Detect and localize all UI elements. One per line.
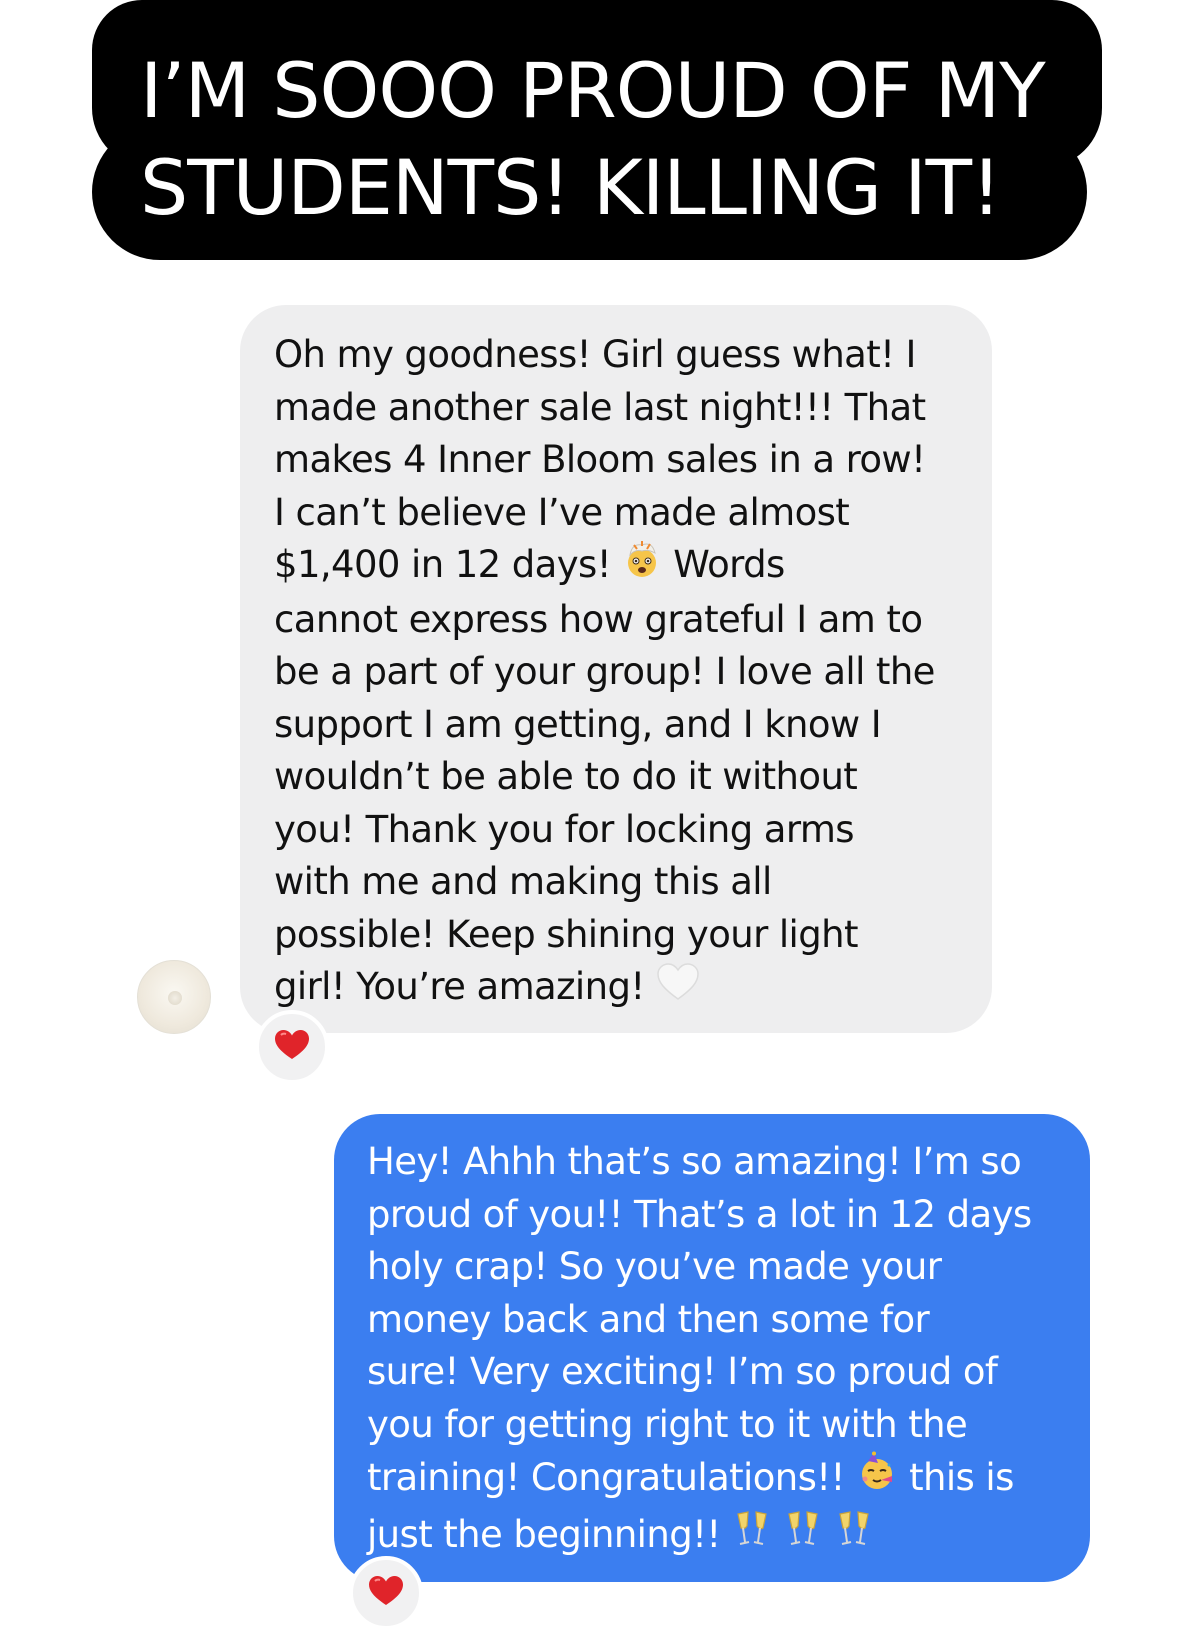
outgoing-message-line: training! Congratulations!! [367, 1455, 845, 1499]
incoming-message-line: Oh my goodness! Girl guess what! I [274, 333, 916, 376]
sender-avatar[interactable] [137, 960, 211, 1034]
outgoing-message-line: sure! Very exciting! I’m so proud of [367, 1350, 998, 1393]
incoming-message-line: be a part of your group! I love all the [274, 650, 935, 694]
incoming-message-line: girl! You’re amazing! [274, 965, 645, 1009]
outgoing-message-line: Hey! Ahhh that’s so amazing! I’m so [367, 1140, 1022, 1183]
outgoing-message-line: proud of you!! That’s a lot in 12 days [367, 1192, 1032, 1236]
incoming-message-line: wouldn’t be able to do it without [274, 755, 858, 799]
partying-face-emoji [856, 1451, 898, 1508]
outgoing-message-bubble[interactable]: Hey! Ahhh that’s so amazing! I’m so prou… [334, 1114, 1090, 1582]
incoming-message-line: support I am getting, and I know I [274, 702, 882, 746]
incoming-message-line: Words [673, 543, 785, 586]
outgoing-message-line: this is [909, 1455, 1014, 1499]
outgoing-message-line: money back and then some for [367, 1297, 930, 1341]
avatar-image-detail [168, 991, 182, 1005]
incoming-message-line: I can’t believe I’ve made almost [274, 490, 850, 534]
caption-banner: I’M SOOO PROUD OF MY STUDENTS! KILLING I… [92, 0, 1102, 262]
incoming-message-line: made another sale last night!!! That [274, 385, 926, 429]
incoming-message-line: makes 4 Inner Bloom sales in a row! [274, 438, 926, 481]
incoming-message-reaction[interactable] [255, 1010, 329, 1084]
outgoing-message-line: just the beginning!! [367, 1512, 721, 1556]
incoming-message-line: with me and making this all [274, 860, 772, 904]
red-heart-icon [274, 1029, 310, 1065]
incoming-message-line: possible! Keep shining your light [274, 912, 858, 956]
outgoing-message-line: you for getting right to it with the [367, 1402, 968, 1446]
clinking-glasses-emoji [732, 1508, 772, 1565]
outgoing-message-reaction[interactable] [349, 1556, 423, 1630]
caption-line-2: STUDENTS! KILLING IT! [92, 124, 1087, 260]
incoming-message-line: cannot express how grateful I am to [274, 597, 923, 641]
outgoing-message-line: holy crap! So you’ve made your [367, 1245, 942, 1288]
exploding-head-emoji [622, 539, 662, 594]
white-heart-emoji [656, 962, 700, 1017]
clinking-glasses-emoji [834, 1508, 874, 1565]
incoming-message-line: you! Thank you for locking arms [274, 807, 855, 851]
clinking-glasses-emoji [783, 1508, 823, 1565]
red-heart-icon [368, 1575, 404, 1611]
incoming-message-bubble[interactable]: Oh my goodness! Girl guess what! I made … [240, 305, 992, 1033]
incoming-message-line: $1,400 in 12 days! [274, 543, 612, 586]
